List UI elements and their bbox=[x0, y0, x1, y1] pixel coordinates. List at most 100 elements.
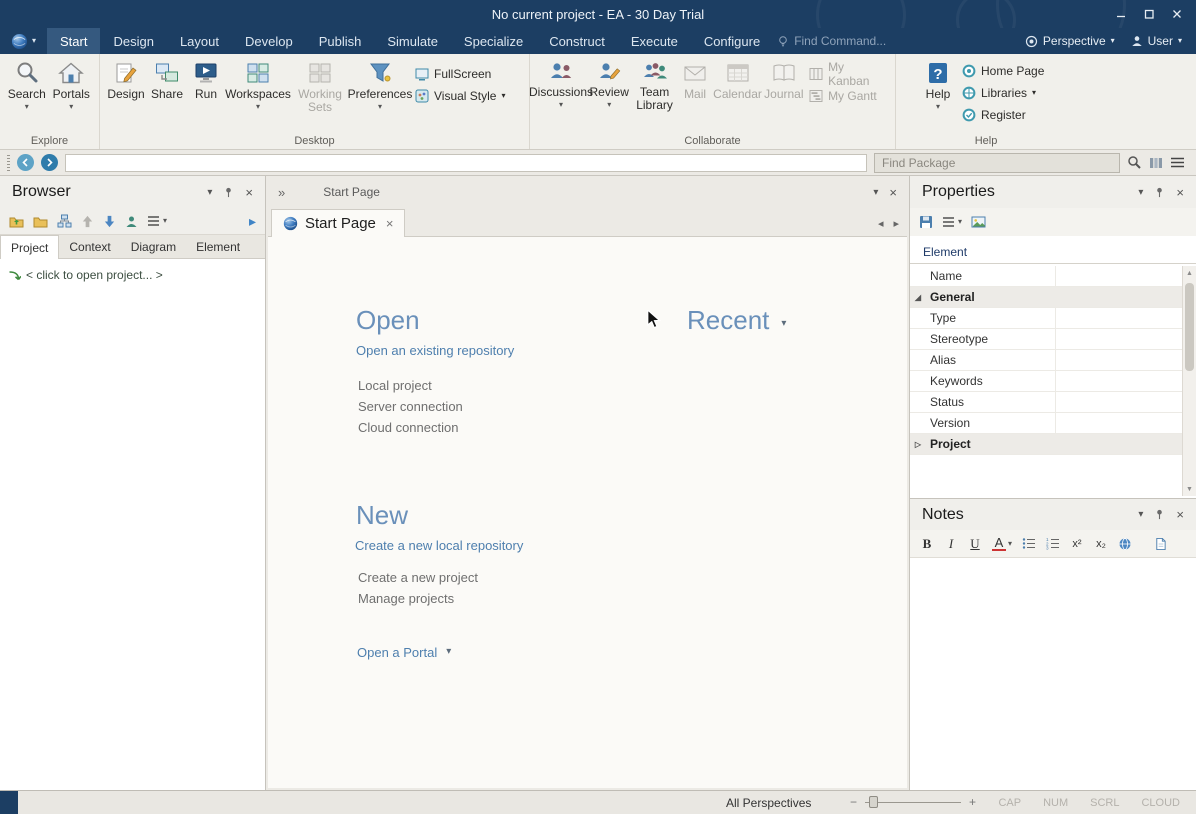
app-menu-button[interactable]: ▾ bbox=[0, 28, 47, 54]
tab-scroll-left-icon[interactable]: ◂ bbox=[878, 217, 884, 230]
my-kanban-button[interactable]: My Kanban bbox=[809, 65, 886, 82]
model-hierarchy-icon[interactable] bbox=[57, 214, 72, 228]
property-value-cell[interactable] bbox=[1056, 266, 1182, 286]
open-portal-dropdown[interactable]: Open a Portal▾ bbox=[357, 645, 451, 660]
local-project-item[interactable]: Local project bbox=[358, 378, 432, 393]
journal-button[interactable]: Journal bbox=[763, 56, 805, 101]
image-icon[interactable] bbox=[971, 215, 986, 229]
home-page-button[interactable]: Home Page bbox=[962, 62, 1044, 79]
numbered-list-icon[interactable]: 123 bbox=[1046, 537, 1060, 550]
maximize-button[interactable] bbox=[1138, 5, 1160, 22]
properties-tab-element[interactable]: Element bbox=[923, 245, 967, 259]
tab-simulate[interactable]: Simulate bbox=[374, 28, 451, 54]
hamburger-menu-icon[interactable]: ▾ bbox=[147, 216, 167, 226]
panel-menu-icon[interactable]: ▾ bbox=[1138, 509, 1143, 520]
find-command-box[interactable] bbox=[777, 28, 904, 54]
zoom-slider[interactable] bbox=[865, 793, 961, 811]
workspaces-button[interactable]: Workspaces ▾ bbox=[225, 56, 291, 111]
property-value-cell[interactable] bbox=[1056, 308, 1182, 328]
cloud-connection-item[interactable]: Cloud connection bbox=[358, 420, 458, 435]
scrollbar-thumb[interactable] bbox=[1185, 283, 1194, 371]
tab-configure[interactable]: Configure bbox=[691, 28, 773, 54]
hamburger-menu-icon[interactable]: ▾ bbox=[942, 217, 962, 227]
minimize-button[interactable] bbox=[1110, 5, 1132, 22]
notes-editor[interactable] bbox=[910, 558, 1196, 790]
working-sets-button[interactable]: Working Sets bbox=[291, 56, 349, 114]
properties-scrollbar[interactable]: ▲ ▼ bbox=[1182, 266, 1196, 496]
column-view-icon[interactable] bbox=[1149, 156, 1163, 170]
close-icon[interactable]: × bbox=[1176, 507, 1184, 522]
scroll-down-icon[interactable]: ▼ bbox=[1183, 482, 1196, 496]
tab-specialize[interactable]: Specialize bbox=[451, 28, 536, 54]
bullet-list-icon[interactable] bbox=[1022, 537, 1036, 550]
close-icon[interactable]: × bbox=[889, 185, 897, 200]
superscript-button[interactable]: x² bbox=[1070, 538, 1084, 550]
back-button[interactable] bbox=[17, 154, 34, 171]
italic-button[interactable]: I bbox=[944, 536, 958, 552]
fullscreen-button[interactable]: FullScreen bbox=[415, 65, 506, 82]
server-connection-item[interactable]: Server connection bbox=[358, 399, 463, 414]
user-menu[interactable]: User ▾ bbox=[1131, 34, 1182, 48]
menu-icon[interactable] bbox=[1170, 157, 1189, 168]
design-button[interactable]: Design bbox=[105, 56, 147, 101]
create-new-project-item[interactable]: Create a new project bbox=[358, 570, 478, 585]
expand-icon[interactable]: ◢ bbox=[910, 287, 926, 307]
libraries-button[interactable]: Libraries ▾ bbox=[962, 84, 1044, 101]
help-button[interactable]: ? Help ▾ bbox=[918, 56, 958, 111]
search-icon[interactable] bbox=[1127, 155, 1142, 170]
property-value-cell[interactable] bbox=[1056, 371, 1182, 391]
move-down-icon[interactable] bbox=[103, 215, 116, 228]
pin-icon[interactable] bbox=[1154, 509, 1165, 520]
panel-menu-icon[interactable]: ▾ bbox=[207, 187, 212, 198]
property-value-cell[interactable] bbox=[1056, 329, 1182, 349]
browser-tab-project[interactable]: Project bbox=[0, 235, 59, 259]
tab-layout[interactable]: Layout bbox=[167, 28, 232, 54]
zoom-in-button[interactable]: + bbox=[969, 795, 976, 809]
my-gantt-button[interactable]: My Gantt bbox=[809, 87, 886, 104]
pin-icon[interactable] bbox=[1154, 187, 1165, 198]
forward-button[interactable] bbox=[41, 154, 58, 171]
review-button[interactable]: Review ▾ bbox=[587, 56, 631, 109]
perspective-selector[interactable]: Perspective ▾ bbox=[1025, 34, 1115, 48]
open-project-hint[interactable]: < click to open project... > bbox=[0, 259, 265, 291]
browser-tab-element[interactable]: Element bbox=[186, 235, 250, 258]
recent-heading[interactable]: Recent▾ bbox=[687, 305, 786, 336]
zoom-out-button[interactable]: − bbox=[850, 795, 857, 809]
register-button[interactable]: Register bbox=[962, 106, 1044, 123]
close-icon[interactable]: × bbox=[1176, 185, 1184, 200]
tab-execute[interactable]: Execute bbox=[618, 28, 691, 54]
close-button[interactable] bbox=[1166, 5, 1188, 22]
tab-develop[interactable]: Develop bbox=[232, 28, 306, 54]
scroll-up-icon[interactable]: ▲ bbox=[1183, 266, 1196, 280]
portals-button[interactable]: Portals ▾ bbox=[49, 56, 94, 111]
property-value-cell[interactable] bbox=[1056, 350, 1182, 370]
tab-start[interactable]: Start bbox=[47, 28, 100, 54]
move-up-icon[interactable] bbox=[81, 215, 94, 228]
hyperlink-globe-icon[interactable] bbox=[1118, 537, 1132, 551]
zoom-slider-thumb[interactable] bbox=[869, 796, 878, 808]
open-existing-repository-link[interactable]: Open an existing repository bbox=[356, 343, 514, 358]
pin-icon[interactable] bbox=[223, 187, 234, 198]
font-color-button[interactable]: A ▾ bbox=[992, 536, 1012, 551]
context-person-icon[interactable] bbox=[125, 215, 138, 228]
pane-menu-icon[interactable]: ▾ bbox=[873, 187, 878, 198]
save-icon[interactable] bbox=[919, 215, 933, 229]
start-page-tab[interactable]: Start Page × bbox=[271, 209, 405, 237]
folder-icon[interactable] bbox=[33, 214, 48, 228]
property-value-cell[interactable] bbox=[1056, 413, 1182, 433]
bold-button[interactable]: B bbox=[920, 536, 934, 552]
mail-button[interactable]: Mail bbox=[678, 56, 713, 101]
tab-design[interactable]: Design bbox=[100, 28, 166, 54]
close-icon[interactable]: × bbox=[245, 185, 253, 200]
share-button[interactable]: Share bbox=[147, 56, 187, 101]
preferences-button[interactable]: Preferences ▾ bbox=[349, 56, 411, 111]
underline-button[interactable]: U bbox=[968, 536, 982, 552]
browser-tab-context[interactable]: Context bbox=[59, 235, 120, 258]
tab-scroll-right-icon[interactable]: ▸ bbox=[893, 217, 899, 230]
panel-menu-icon[interactable]: ▾ bbox=[1138, 187, 1143, 198]
find-command-input[interactable] bbox=[794, 34, 904, 48]
tab-publish[interactable]: Publish bbox=[306, 28, 375, 54]
search-button[interactable]: Search ▾ bbox=[5, 56, 49, 111]
close-tab-icon[interactable]: × bbox=[386, 216, 394, 231]
visual-style-button[interactable]: Visual Style ▾ bbox=[415, 87, 506, 104]
